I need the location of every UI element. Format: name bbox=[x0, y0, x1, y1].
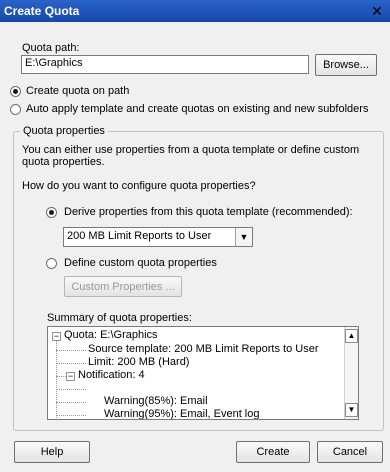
template-dropdown-value: 200 MB Limit Reports to User bbox=[67, 230, 212, 242]
radio-derive-template-dot[interactable] bbox=[46, 207, 57, 218]
quota-properties-legend: Quota properties bbox=[20, 125, 108, 137]
tree-source-template: Source template: 200 MB Limit Reports to… bbox=[88, 343, 319, 355]
tree-notification: Notification: 4 bbox=[78, 369, 145, 381]
close-icon[interactable]: ✕ bbox=[368, 3, 386, 19]
notification-collapse-icon[interactable]: − bbox=[66, 372, 75, 381]
template-dropdown[interactable]: 200 MB Limit Reports to User ▼ bbox=[63, 227, 253, 247]
tree-root: Quota: E:\Graphics bbox=[64, 329, 158, 341]
dropdown-arrow-icon[interactable]: ▼ bbox=[235, 228, 252, 246]
radio-auto-apply[interactable] bbox=[10, 104, 21, 115]
custom-properties-button[interactable]: Custom Properties ... bbox=[64, 276, 182, 297]
summary-tree[interactable]: − Quota: E:\Graphics Source template: 20… bbox=[47, 326, 359, 420]
properties-description: You can either use properties from a quo… bbox=[22, 144, 360, 168]
radio-custom-properties[interactable] bbox=[46, 258, 57, 269]
summary-label: Summary of quota properties: bbox=[47, 312, 192, 324]
summary-scrollbar[interactable]: ▲ ▼ bbox=[344, 327, 358, 419]
radio-custom-properties-dot[interactable] bbox=[46, 258, 57, 269]
derive-template-label: Derive properties from this quota templa… bbox=[64, 206, 353, 218]
auto-apply-label: Auto apply template and create quotas on… bbox=[26, 103, 369, 115]
tree-limit: Limit: 200 MB (Hard) bbox=[88, 356, 190, 368]
cancel-button[interactable]: Cancel bbox=[317, 441, 383, 463]
tree-warning-95: Warning(95%): Email, Event log bbox=[104, 408, 260, 420]
title-bar: Create Quota ✕ bbox=[0, 0, 390, 22]
scroll-down-icon[interactable]: ▼ bbox=[345, 403, 358, 417]
radio-create-on-path[interactable] bbox=[10, 86, 21, 97]
browse-button[interactable]: Browse... bbox=[315, 54, 377, 76]
quota-path-input[interactable]: E:\Graphics bbox=[21, 55, 309, 74]
radio-derive-template[interactable] bbox=[46, 207, 57, 218]
quota-path-value: E:\Graphics bbox=[25, 57, 83, 69]
configure-question: How do you want to configure quota prope… bbox=[22, 180, 256, 192]
collapse-icon[interactable]: − bbox=[52, 332, 61, 341]
quota-path-label: Quota path: bbox=[22, 42, 80, 54]
scroll-up-icon[interactable]: ▲ bbox=[345, 329, 358, 343]
custom-properties-label: Define custom quota properties bbox=[64, 257, 217, 269]
create-button[interactable]: Create bbox=[236, 441, 310, 463]
window-title: Create Quota bbox=[4, 4, 80, 18]
radio-create-on-path-dot[interactable] bbox=[10, 86, 21, 97]
radio-auto-apply-dot[interactable] bbox=[10, 104, 21, 115]
help-button[interactable]: Help bbox=[14, 441, 90, 463]
tree-warning-85: Warning(85%): Email bbox=[104, 395, 208, 407]
create-on-path-label: Create quota on path bbox=[26, 85, 130, 97]
